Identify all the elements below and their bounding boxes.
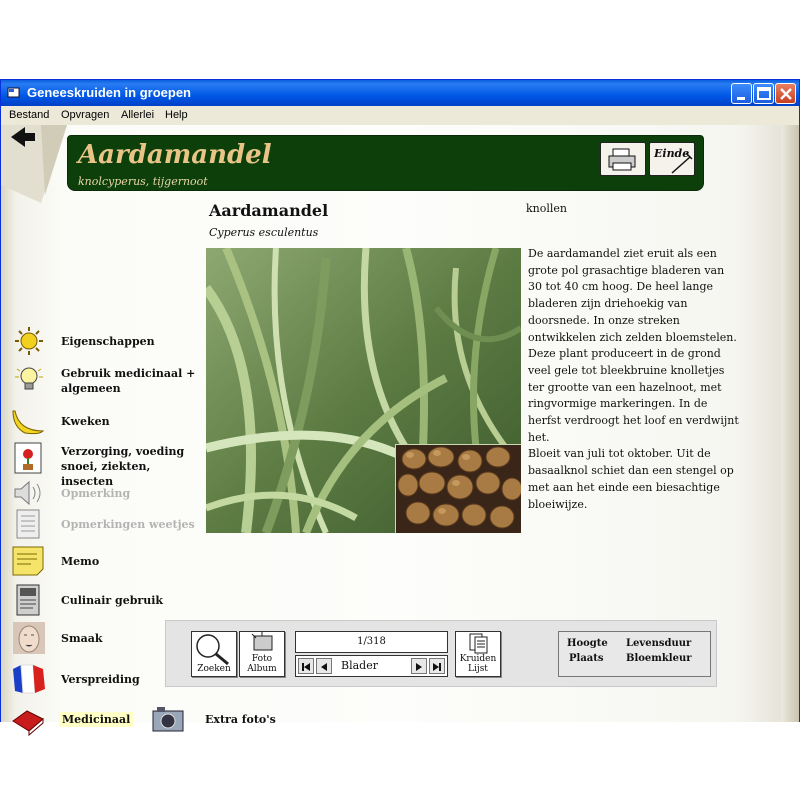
sidebar-label: Culinair gebruik (61, 594, 164, 607)
banana-icon (12, 410, 45, 435)
previous-record-button[interactable] (316, 658, 332, 674)
search-label: Zoeken (197, 664, 231, 674)
lightbulb-icon (15, 367, 43, 390)
info-flower-color[interactable]: Bloemkleur (626, 653, 692, 664)
flag-map-icon (13, 664, 45, 694)
menu-allerlei[interactable]: Allerlei (121, 109, 154, 121)
previous-icon (321, 663, 327, 671)
book-page: Aardamandel knolcyperus, tijgernoot Eind… (1, 125, 799, 737)
used-part: knollen (526, 202, 568, 215)
sidebar-label: Opmerking (61, 487, 131, 500)
printer-icon (608, 148, 636, 171)
sidebar-label: Smaak (61, 632, 103, 645)
camera-icon (152, 707, 184, 732)
minimize-icon (737, 97, 745, 100)
record-counter: 1/318 (295, 631, 448, 653)
maximize-icon (757, 87, 771, 100)
extra-photos-label: Extra foto's (205, 713, 276, 726)
memo-icon (12, 546, 44, 576)
sidebar-item-opmerking: Opmerking (9, 477, 199, 509)
header-banner: Aardamandel knolcyperus, tijgernoot Eind… (67, 135, 704, 191)
sidebar-label: Medicinaal (59, 712, 134, 727)
first-icon (302, 663, 310, 671)
last-icon (433, 663, 441, 671)
sidebar-item-culinair[interactable]: Culinair gebruik (9, 584, 199, 616)
first-record-button[interactable] (298, 658, 314, 674)
sidebar-label: Memo (61, 555, 100, 568)
menu-bar: Bestand Opvragen Allerlei Help (1, 106, 799, 125)
menu-bestand[interactable]: Bestand (9, 109, 49, 121)
bottom-toolbar: Zoeken Foto Album 1/318 Blader Kruiden L… (165, 620, 717, 687)
app-window: Geneeskruiden in groepen Bestand Opvrage… (0, 79, 800, 737)
tubers-inset-photo (395, 444, 521, 533)
flowerpot-icon (14, 442, 42, 474)
plant-name: Aardamandel (209, 201, 329, 220)
menu-help[interactable]: Help (165, 109, 188, 121)
notes-icon (16, 509, 40, 539)
menu-opvragen[interactable]: Opvragen (61, 109, 109, 121)
exit-button[interactable]: Einde (649, 142, 695, 176)
list-label-2: Lijst (468, 664, 488, 674)
info-height[interactable]: Hoogte (567, 638, 608, 649)
last-record-button[interactable] (429, 658, 445, 674)
sidebar-label: Opmerkingen weetjes (61, 518, 195, 531)
magnifier-icon (196, 634, 229, 666)
sidebar-label: Kweken (61, 415, 110, 428)
back-arrow-icon[interactable] (1, 125, 71, 205)
list-icon (469, 633, 488, 654)
close-icon (780, 88, 792, 100)
sidebar-label: Eigenschappen (61, 335, 155, 348)
photo-album-icon (251, 632, 273, 651)
window-title: Geneeskruiden in groepen (27, 85, 191, 100)
next-record-button[interactable] (411, 658, 427, 674)
sidebar-item-opmerkingen-weetjes: Opmerkingen weetjes (9, 508, 199, 540)
maximize-button[interactable] (753, 83, 774, 104)
title-bar[interactable]: Geneeskruiden in groepen (1, 80, 799, 106)
sidebar-item-gebruik[interactable]: Gebruik medicinaal + algemeen (9, 363, 199, 395)
extra-photos-button[interactable]: Extra foto's (149, 705, 289, 737)
header-title: Aardamandel (78, 140, 272, 170)
sidebar-item-eigenschappen[interactable]: Eigenschappen (9, 325, 199, 357)
herb-list-button[interactable]: Kruiden Lijst (455, 631, 501, 677)
sidebar-label: Gebruik medicinaal + algemeen (61, 367, 196, 395)
description-text: De aardamandel ziet eruit als een grote … (528, 246, 740, 513)
page-edge (781, 125, 799, 722)
exit-door-icon (671, 152, 693, 174)
next-icon (416, 663, 422, 671)
face-icon (13, 622, 45, 654)
plant-info-box: Hoogte Levensduur Plaats Bloemkleur (558, 631, 711, 677)
list-label-1: Kruiden (459, 654, 497, 664)
search-button[interactable]: Zoeken (191, 631, 237, 677)
album-label-1: Foto (251, 654, 273, 664)
recipe-icon (16, 584, 40, 616)
browse-label: Blader (341, 659, 378, 672)
info-lifespan[interactable]: Levensduur (626, 638, 691, 649)
print-button[interactable] (600, 142, 646, 176)
minimize-button[interactable] (731, 83, 752, 104)
tubers-image (396, 445, 521, 533)
info-location[interactable]: Plaats (569, 653, 604, 664)
sidebar-item-memo[interactable]: Memo (9, 545, 199, 577)
latin-name: Cyperus esculentus (209, 226, 319, 239)
browse-navigator: Blader (295, 655, 448, 677)
speaker-icon (14, 480, 41, 506)
description-paragraph: De aardamandel ziet eruit als een grote … (528, 247, 739, 444)
plant-photo[interactable] (206, 248, 521, 533)
header-subtitle: knolcyperus, tijgernoot (78, 175, 208, 188)
sidebar-item-verzorging[interactable]: Verzorging, voeding snoei, ziekten, inse… (9, 442, 199, 488)
description-paragraph: Bloeit van juli tot oktober. Uit de basa… (528, 447, 734, 511)
close-button[interactable] (775, 83, 796, 104)
sidebar-label: Verspreiding (61, 673, 140, 686)
app-icon (7, 87, 20, 98)
sidebar-item-kweken[interactable]: Kweken (9, 405, 199, 437)
book-icon (12, 710, 44, 737)
album-label-2: Album (247, 664, 277, 674)
photo-album-button[interactable]: Foto Album (239, 631, 285, 677)
sun-icon (15, 327, 43, 355)
